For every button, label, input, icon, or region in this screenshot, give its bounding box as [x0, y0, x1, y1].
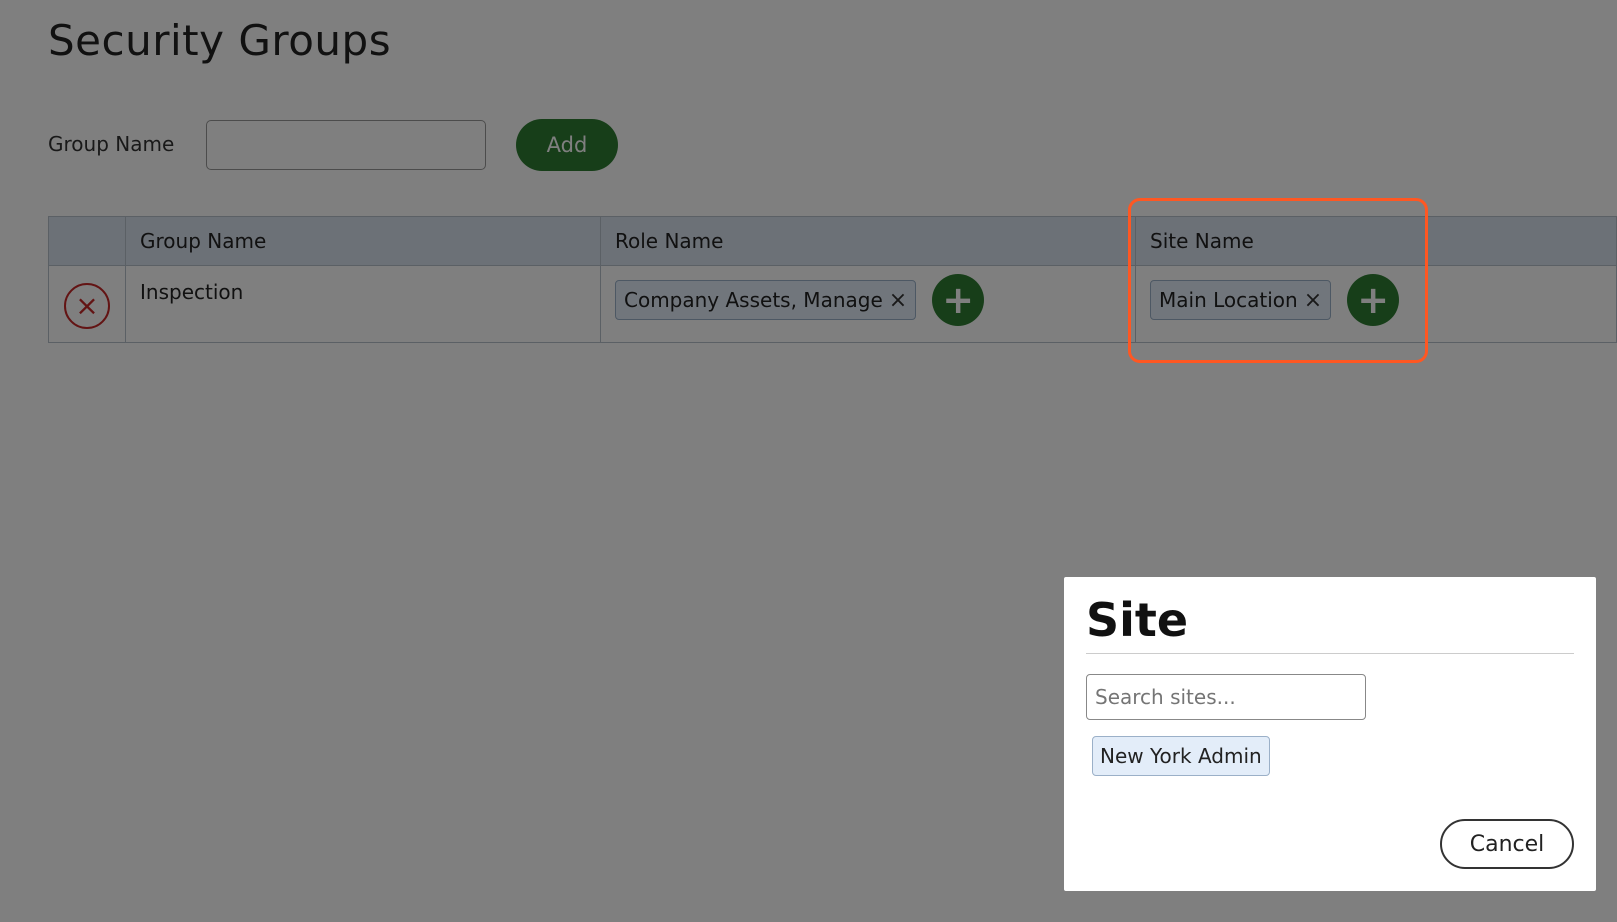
site-search-input[interactable] [1086, 674, 1366, 720]
dialog-title: Site [1086, 593, 1189, 647]
dialog-divider [1086, 653, 1574, 654]
site-dialog: Site New York Admin Cancel [1064, 577, 1596, 891]
site-option-new-york-admin[interactable]: New York Admin [1092, 736, 1270, 776]
site-name-highlight [1128, 198, 1428, 363]
site-options-list: New York Admin [1086, 720, 1574, 776]
cancel-button[interactable]: Cancel [1440, 819, 1574, 869]
